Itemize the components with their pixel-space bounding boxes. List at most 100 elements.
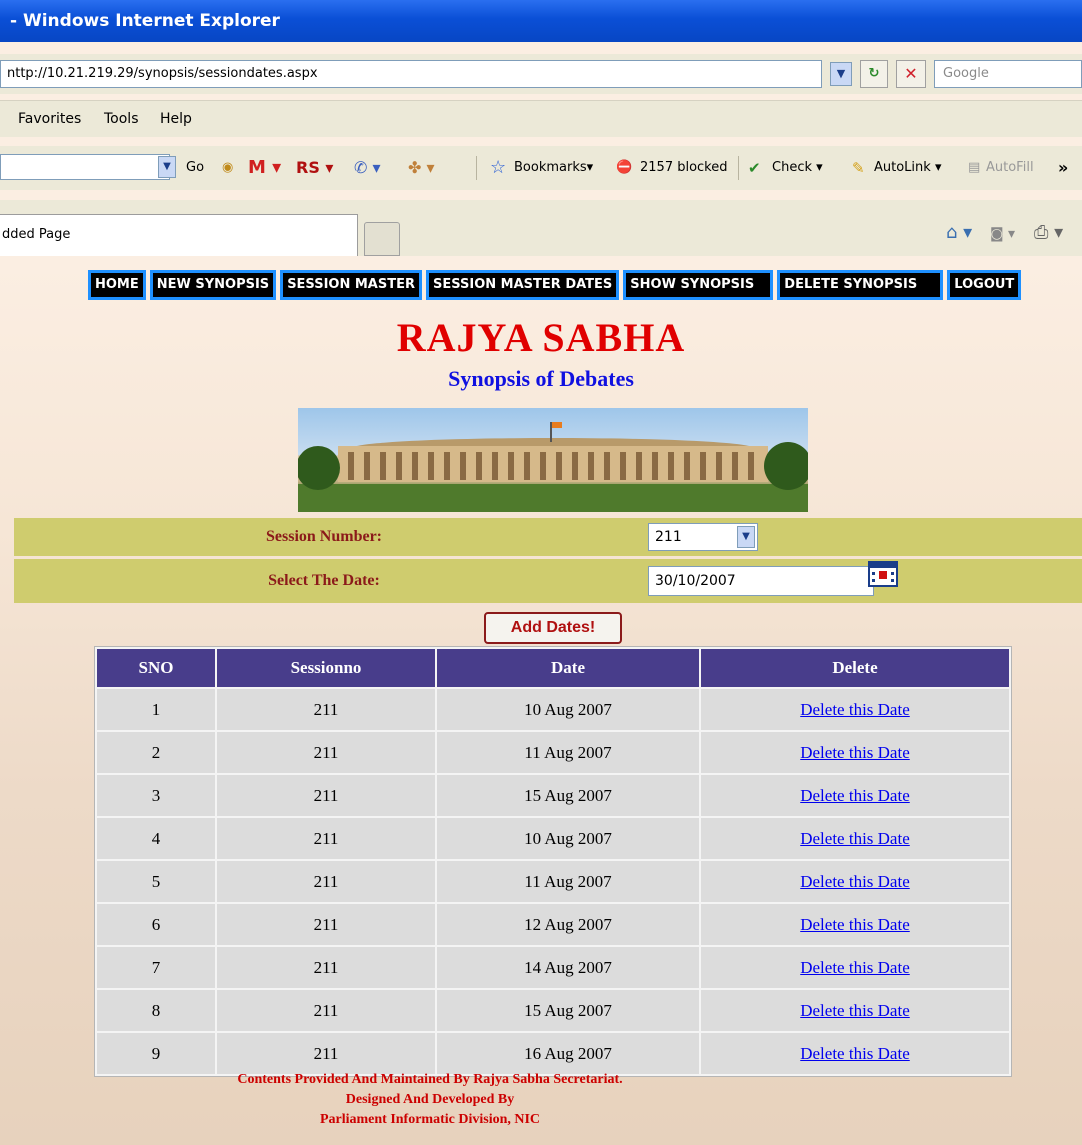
add-dates-button[interactable]: Add Dates!	[484, 612, 622, 644]
bookmarks-button[interactable]: Bookmarks▾	[514, 146, 593, 190]
new-tab-button[interactable]	[364, 222, 400, 256]
chevron-down-icon[interactable]: ▼	[737, 526, 755, 548]
nav-session-master-dates[interactable]: SESSION MASTER DATES	[426, 270, 620, 300]
puzzle-icon[interactable]: ✤ ▾	[408, 146, 435, 190]
date-cell: 14 Aug 2007	[437, 947, 699, 988]
column-header: Date	[437, 649, 699, 687]
delete-cell: Delete this Date	[701, 861, 1009, 902]
delete-date-link[interactable]: Delete this Date	[800, 743, 910, 762]
gmail-icon[interactable]: M ▾	[248, 146, 281, 190]
session-dates-table: SNO Sessionno Date Delete 1 211 10 Aug 200…	[94, 646, 1012, 1077]
delete-cell: Delete this Date	[701, 904, 1009, 945]
date-cell: 11 Aug 2007	[437, 861, 699, 902]
delete-date-link[interactable]: Delete this Date	[800, 829, 910, 848]
delete-date-link[interactable]: Delete this Date	[800, 786, 910, 805]
table-row: 3 211 15 Aug 2007 Delete this Date	[97, 775, 1009, 816]
page-subtitle: Synopsis of Debates	[448, 366, 634, 391]
session-cell: 211	[217, 775, 435, 816]
sno-cell: 6	[97, 904, 215, 945]
window-title: - Windows Internet Explorer	[10, 11, 280, 31]
delete-date-link[interactable]: Delete this Date	[800, 700, 910, 719]
spellcheck-icon[interactable]: ✆ ▾	[354, 146, 381, 190]
delete-date-link[interactable]: Delete this Date	[800, 872, 910, 891]
address-dropdown-icon[interactable]: ▼	[830, 62, 852, 86]
home-icon[interactable]: ⌂ ▾	[946, 222, 972, 243]
nav-session-master[interactable]: SESSION MASTER	[280, 270, 422, 300]
tab-bar: dded Page ⌂ ▾ ◙ ▾ ⎙ ▾	[0, 200, 1082, 256]
delete-cell: Delete this Date	[701, 990, 1009, 1031]
address-input[interactable]: nttp://10.21.219.29/synopsis/sessiondate…	[0, 60, 822, 88]
sno-cell: 1	[97, 689, 215, 730]
pagerank-icon[interactable]: ◉	[222, 146, 233, 190]
menu-help[interactable]: Help	[160, 101, 192, 137]
sno-cell: 2	[97, 732, 215, 773]
menu-favorites[interactable]: Favorites	[18, 101, 81, 137]
autolink-button[interactable]: AutoLink ▾	[874, 146, 941, 190]
calendar-icon[interactable]	[868, 561, 898, 587]
table-row: 8 211 15 Aug 2007 Delete this Date	[97, 990, 1009, 1031]
session-cell: 211	[217, 1033, 435, 1074]
stop-icon[interactable]: ✕	[896, 60, 926, 88]
sno-cell: 8	[97, 990, 215, 1031]
refresh-icon[interactable]: ↻	[860, 60, 888, 88]
table-row: 1 211 10 Aug 2007 Delete this Date	[97, 689, 1009, 730]
delete-date-link[interactable]: Delete this Date	[800, 958, 910, 977]
autofill-button[interactable]: AutoFill	[986, 146, 1034, 190]
session-select[interactable]: 211 ▼	[648, 523, 758, 551]
delete-date-link[interactable]: Delete this Date	[800, 1001, 910, 1020]
menu-tools[interactable]: Tools	[104, 101, 139, 137]
toolbar-separator	[738, 156, 739, 180]
session-cell: 211	[217, 818, 435, 859]
sno-cell: 9	[97, 1033, 215, 1074]
delete-cell: Delete this Date	[701, 775, 1009, 816]
date-input[interactable]: 30/10/2007	[648, 566, 874, 596]
date-cell: 12 Aug 2007	[437, 904, 699, 945]
table-row: 7 211 14 Aug 2007 Delete this Date	[97, 947, 1009, 988]
nav-new-synopsis[interactable]: NEW SYNOPSIS	[149, 270, 277, 300]
print-icon[interactable]: ⎙ ▾	[1034, 222, 1063, 243]
nav-show-synopsis[interactable]: SHOW SYNOPSIS	[623, 270, 774, 300]
more-chevron-icon[interactable]: »	[1058, 146, 1068, 190]
date-row: Select The Date: 30/10/2007	[14, 559, 1082, 603]
toolbar-separator	[476, 156, 477, 180]
sno-cell: 7	[97, 947, 215, 988]
nav-home[interactable]: HOME	[88, 270, 146, 300]
rs-button[interactable]: RS ▾	[296, 146, 333, 190]
check-label: Check	[772, 160, 812, 175]
check-icon: ✔	[748, 159, 761, 177]
toolbar-search-input[interactable]	[0, 154, 170, 180]
search-input[interactable]: Google	[934, 60, 1082, 88]
autofill-icon: ▤	[968, 160, 981, 175]
delete-cell: Delete this Date	[701, 732, 1009, 773]
session-row: Session Number: 211 ▼	[14, 518, 1082, 556]
session-select-value: 211	[655, 529, 682, 545]
feeds-icon[interactable]: ◙ ▾	[990, 226, 1015, 242]
toolbar-search-dropdown-icon[interactable]: ▼	[158, 156, 176, 178]
nav-delete-synopsis[interactable]: DELETE SYNOPSIS	[777, 270, 944, 300]
session-cell: 211	[217, 861, 435, 902]
delete-cell: Delete this Date	[701, 689, 1009, 730]
session-cell: 211	[217, 732, 435, 773]
table-row: 5 211 11 Aug 2007 Delete this Date	[97, 861, 1009, 902]
page-content: HOME NEW SYNOPSIS SESSION MASTER SESSION…	[0, 262, 1082, 1145]
delete-date-link[interactable]: Delete this Date	[800, 915, 910, 934]
sno-cell: 3	[97, 775, 215, 816]
tab-current[interactable]: dded Page	[0, 214, 358, 256]
blocked-count[interactable]: 2157 blocked	[640, 146, 728, 190]
date-cell: 11 Aug 2007	[437, 732, 699, 773]
autolink-label: AutoLink	[874, 160, 931, 175]
window-title-bar: - Windows Internet Explorer	[0, 0, 1082, 42]
check-button[interactable]: Check ▾	[772, 146, 823, 190]
delete-date-link[interactable]: Delete this Date	[800, 1044, 910, 1063]
footer-line: Designed And Developed By	[345, 1092, 515, 1107]
date-cell: 16 Aug 2007	[437, 1033, 699, 1074]
date-cell: 10 Aug 2007	[437, 818, 699, 859]
nav-logout[interactable]: LOGOUT	[947, 270, 1022, 300]
footer-line: Parliament Informatic Division, NIC	[319, 1112, 541, 1127]
table-row: 2 211 11 Aug 2007 Delete this Date	[97, 732, 1009, 773]
go-button[interactable]: Go	[186, 146, 204, 190]
column-header: Delete	[701, 649, 1009, 687]
date-cell: 10 Aug 2007	[437, 689, 699, 730]
column-header: Sessionno	[217, 649, 435, 687]
session-cell: 211	[217, 947, 435, 988]
